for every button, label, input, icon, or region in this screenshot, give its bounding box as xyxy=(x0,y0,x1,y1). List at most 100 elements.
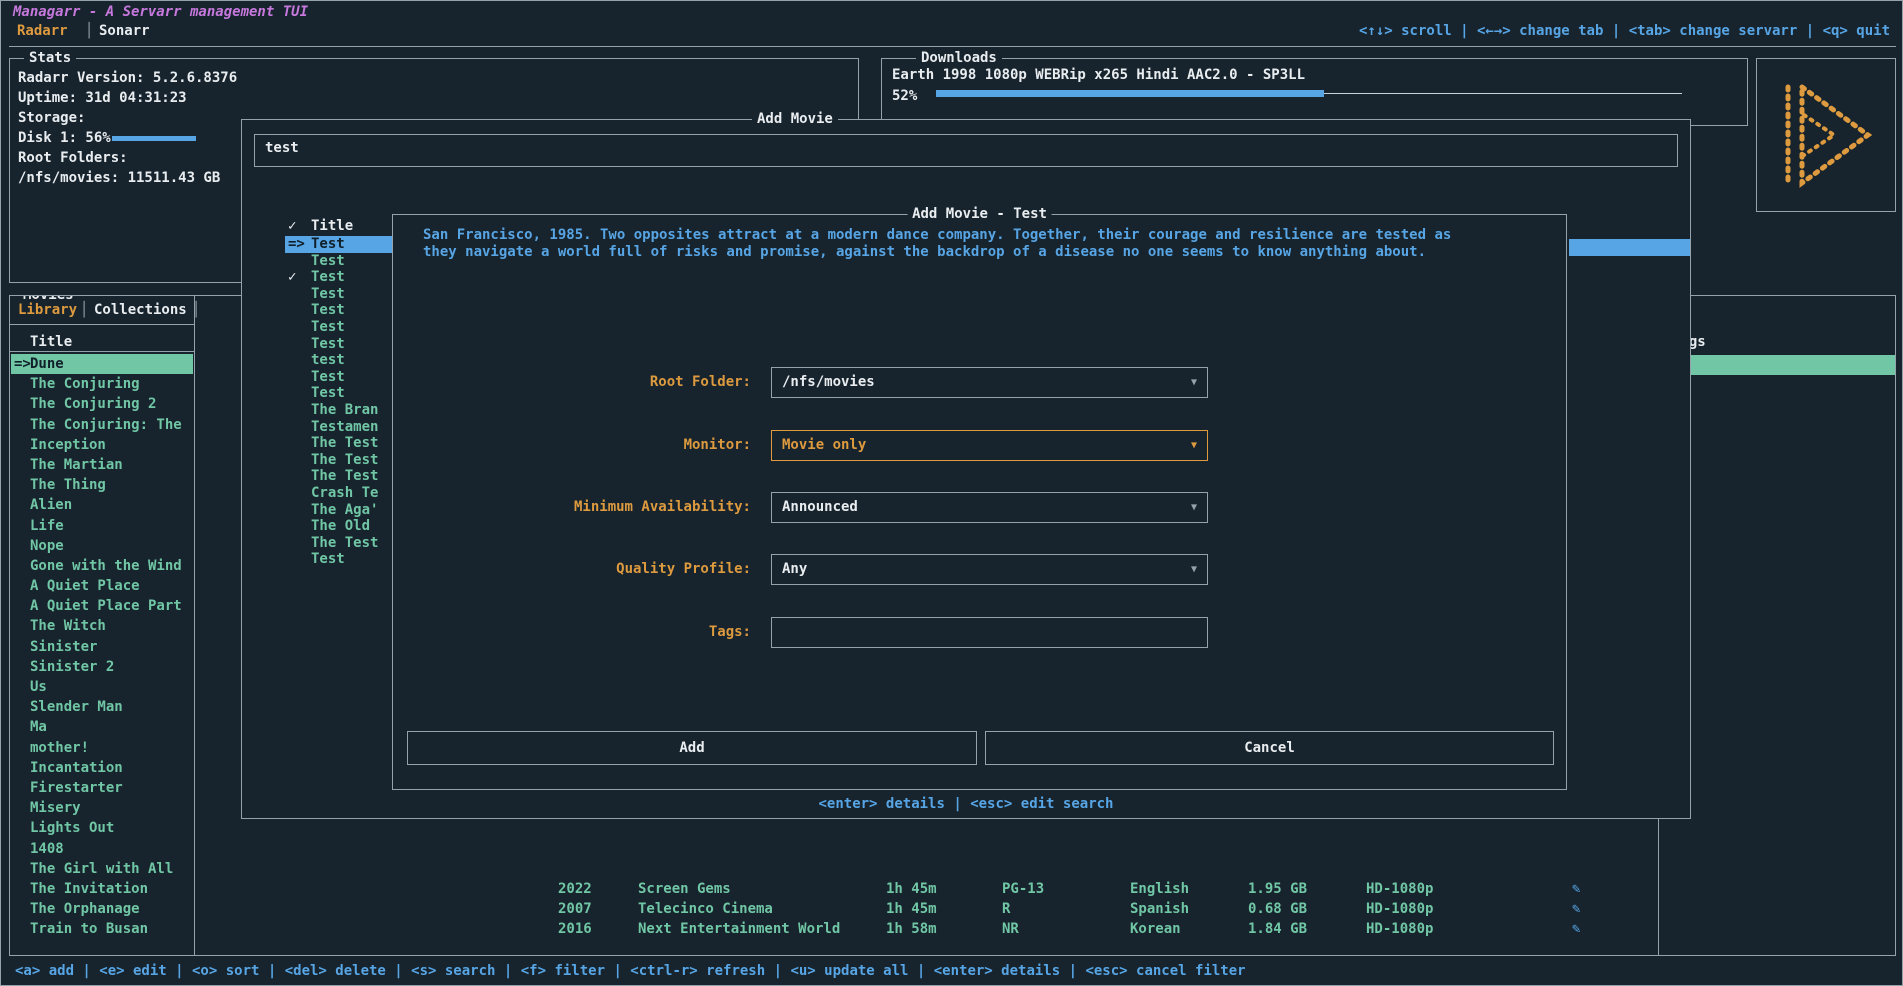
movie-list-item[interactable]: The Conjuring: The De xyxy=(11,415,193,435)
title-column-header: Title xyxy=(30,334,72,350)
movie-list-item[interactable]: Nope xyxy=(11,536,193,556)
movie-list-item[interactable]: The Orphanage xyxy=(11,899,193,919)
search-result-item[interactable]: ✓Test xyxy=(285,269,393,286)
chevron-down-icon: ▼ xyxy=(1191,493,1197,522)
movie-list-item[interactable]: Ma xyxy=(11,717,193,737)
search-result-item[interactable]: Testamen xyxy=(285,419,393,436)
tab-collections[interactable]: Collections xyxy=(94,302,187,318)
stats-rootfolders-label: Root Folders: xyxy=(18,150,128,166)
root-folder-select[interactable]: /nfs/movies▼ xyxy=(771,367,1208,398)
search-result-item[interactable]: Test xyxy=(285,319,393,336)
tab-sonarr[interactable]: Sonarr xyxy=(99,23,150,39)
selected-row-tags-cell xyxy=(1660,355,1896,375)
tab-radarr[interactable]: Radarr xyxy=(17,23,68,39)
download-item-name: Earth 1998 1080p WEBRip x265 Hindi AAC2.… xyxy=(892,67,1305,83)
monitored-icon: ✎ xyxy=(1572,899,1580,919)
movie-certification: R xyxy=(1002,899,1010,919)
stats-storage-label: Storage: xyxy=(18,110,85,126)
movie-list-item[interactable]: The Girl with All the xyxy=(11,859,193,879)
movie-language: English xyxy=(1130,879,1189,899)
movie-list-item[interactable]: The Conjuring xyxy=(11,374,193,394)
tags-input[interactable] xyxy=(782,620,1190,648)
movie-year: 2007 xyxy=(558,899,592,919)
movie-list-item[interactable]: A Quiet Place Part II xyxy=(11,596,193,616)
search-results-list: ✓Title =>Test Test ✓Test Test Test Test … xyxy=(285,216,393,568)
movie-year: 2016 xyxy=(558,919,592,939)
search-result-item[interactable]: Test xyxy=(285,551,393,568)
movie-list-item[interactable]: mother! xyxy=(11,738,193,758)
search-result-item-selected[interactable]: =>Test xyxy=(285,236,393,253)
movie-list-item[interactable]: Misery xyxy=(11,798,193,818)
tags-input-box xyxy=(771,617,1208,648)
movie-overview-line2: they navigate a world full of risks and … xyxy=(423,244,1426,260)
monitor-select[interactable]: Movie only▼ xyxy=(771,430,1208,461)
app-title: Managarr - A Servarr management TUI xyxy=(13,4,308,20)
movie-list-item[interactable]: 1408 xyxy=(11,839,193,859)
movie-list-item[interactable]: Slender Man xyxy=(11,697,193,717)
movie-list-item[interactable]: The Conjuring 2 xyxy=(11,394,193,414)
movie-runtime: 1h 45m xyxy=(886,899,937,919)
search-result-item[interactable]: Crash Te xyxy=(285,485,393,502)
movie-list-item[interactable]: Incantation xyxy=(11,758,193,778)
movie-overview-line1: San Francisco, 1985. Two opposites attra… xyxy=(423,227,1451,243)
header-divider xyxy=(9,46,1896,47)
search-result-item[interactable]: The Old xyxy=(285,518,393,535)
tabs-underline xyxy=(10,324,194,325)
movie-quality: HD-1080p xyxy=(1366,919,1433,939)
movie-list-item[interactable]: Inception xyxy=(11,435,193,455)
add-movie-popup-title: Add Movie xyxy=(752,111,838,127)
search-result-item[interactable]: Test xyxy=(285,369,393,386)
movie-list-item[interactable]: Us xyxy=(11,677,193,697)
movie-list-item[interactable]: Train to Busan xyxy=(11,919,193,939)
search-result-item[interactable]: The Bran xyxy=(285,402,393,419)
movie-table-row[interactable]: 2016 Next Entertainment World 1h 58m NR … xyxy=(200,919,1656,939)
movie-list-item[interactable]: The Witch xyxy=(11,616,193,636)
movie-list-item[interactable]: Sinister 2 xyxy=(11,657,193,677)
movie-size: 1.95 GB xyxy=(1248,879,1307,899)
movie-list: =>Dune The Conjuring The Conjuring 2 The… xyxy=(11,354,193,939)
stats-version: Radarr Version: 5.2.6.8376 xyxy=(18,70,237,86)
search-result-item[interactable]: Test xyxy=(285,253,393,270)
movie-list-item[interactable]: The Martian xyxy=(11,455,193,475)
search-result-item[interactable]: Test xyxy=(285,302,393,319)
movie-list-item[interactable]: Alien xyxy=(11,495,193,515)
chevron-down-icon: ▼ xyxy=(1191,555,1197,584)
movie-list-item[interactable]: A Quiet Place xyxy=(11,576,193,596)
movie-list-item[interactable]: The Invitation xyxy=(11,879,193,899)
search-result-item[interactable]: Test xyxy=(285,385,393,402)
search-result-item[interactable]: test xyxy=(285,352,393,369)
tab-library[interactable]: Library xyxy=(18,302,77,318)
minimum-availability-select[interactable]: Announced▼ xyxy=(771,492,1208,523)
movie-table-visible-rows: 2022 Screen Gems 1h 45m PG-13 English 1.… xyxy=(200,879,1656,940)
movie-list-item[interactable]: Lights Out xyxy=(11,818,193,838)
cancel-button[interactable]: Cancel xyxy=(985,731,1554,765)
movie-table-row[interactable]: 2007 Telecinco Cinema 1h 45m R Spanish 0… xyxy=(200,899,1656,919)
movie-language: Korean xyxy=(1130,919,1181,939)
add-movie-popup: Add Movie ✓Title =>Test Test ✓Test Test … xyxy=(241,119,1691,819)
movie-list-item[interactable]: Sinister xyxy=(11,637,193,657)
search-result-item[interactable]: The Test xyxy=(285,435,393,452)
movie-list-item[interactable]: Firestarter xyxy=(11,778,193,798)
search-result-item[interactable]: Test xyxy=(285,286,393,303)
stats-panel-title: Stats xyxy=(24,50,76,66)
search-result-item[interactable]: The Test xyxy=(285,452,393,469)
add-button[interactable]: Add xyxy=(407,731,977,765)
download-percent: 52% xyxy=(892,88,917,104)
movie-search-box xyxy=(254,134,1678,167)
search-result-item[interactable]: The Test xyxy=(285,468,393,485)
search-result-item[interactable]: The Test xyxy=(285,535,393,552)
movie-list-item-selected[interactable]: =>Dune xyxy=(11,354,193,374)
movie-list-item[interactable]: The Thing xyxy=(11,475,193,495)
selected-result-right-sliver xyxy=(1569,239,1690,256)
movie-studio: Next Entertainment World xyxy=(638,919,840,939)
movie-table-row[interactable]: 2022 Screen Gems 1h 45m PG-13 English 1.… xyxy=(200,879,1656,899)
movie-list-item[interactable]: Life xyxy=(11,516,193,536)
movie-list-item[interactable]: Gone with the Wind xyxy=(11,556,193,576)
quality-profile-select[interactable]: Any▼ xyxy=(771,554,1208,585)
quality-profile-label: Quality Profile: xyxy=(401,554,751,585)
search-result-item[interactable]: Test xyxy=(285,336,393,353)
chevron-down-icon: ▼ xyxy=(1191,368,1197,397)
search-result-item[interactable]: The Aga' xyxy=(285,502,393,519)
movie-runtime: 1h 58m xyxy=(886,919,937,939)
movie-search-input[interactable] xyxy=(265,140,1621,156)
